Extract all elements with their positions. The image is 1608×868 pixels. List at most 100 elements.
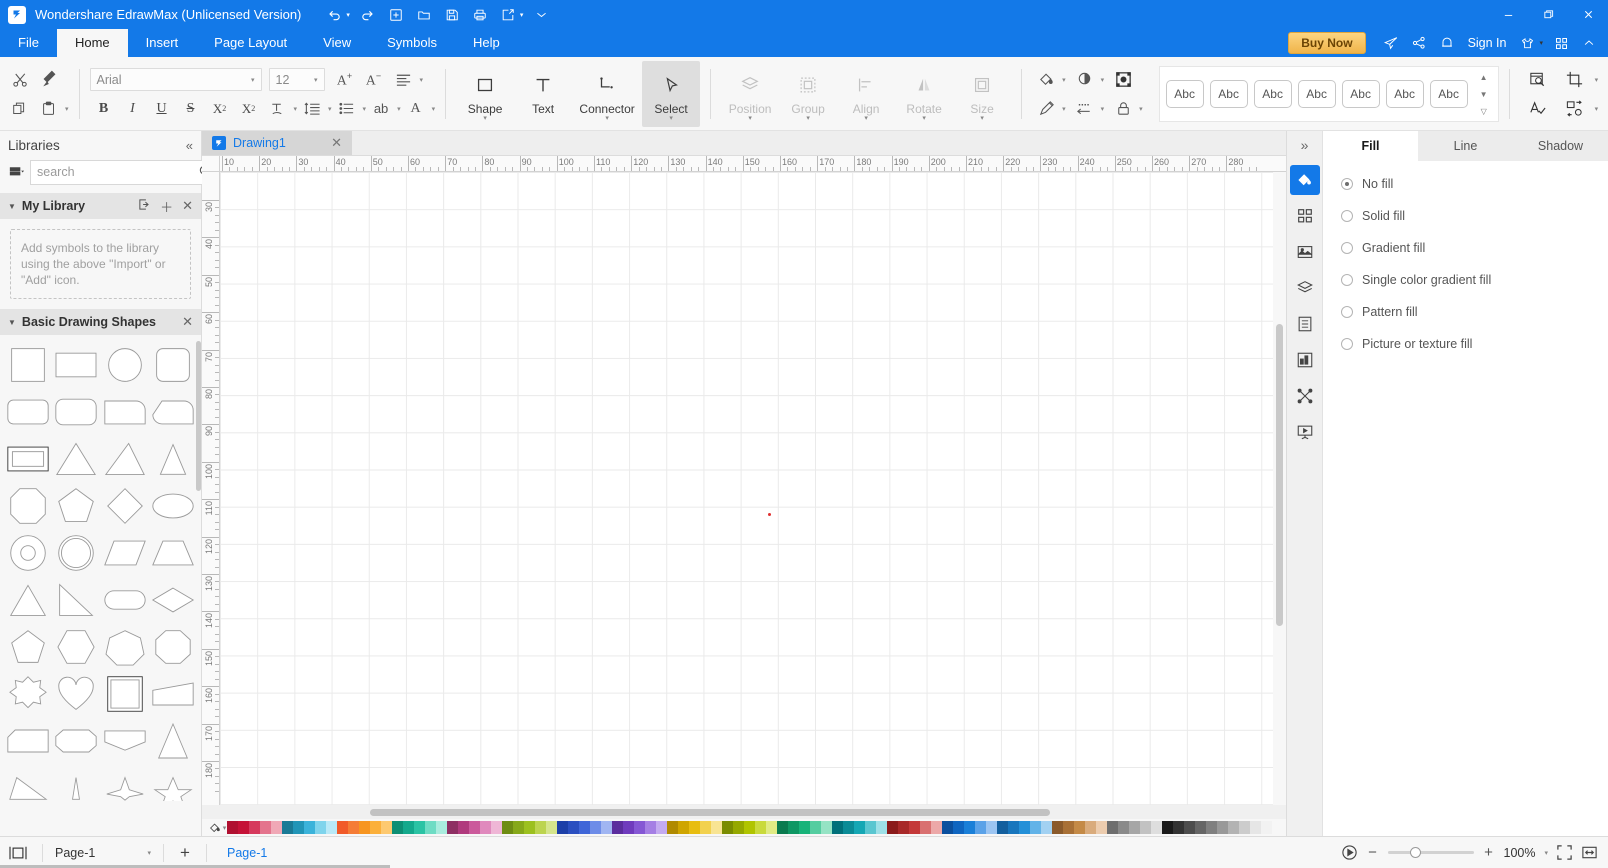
line-style-caret[interactable]: ▾ [1101,105,1105,113]
color-swatch[interactable] [920,821,931,834]
color-swatch[interactable] [623,821,634,834]
shape-triangle-equilateral[interactable] [4,576,52,623]
zoom-in-button[interactable]: + [1482,844,1496,861]
menu-page-layout[interactable]: Page Layout [196,29,305,57]
subscript-button[interactable]: X2 [235,95,263,122]
color-swatch[interactable] [656,821,667,834]
page-view-icon[interactable] [0,845,36,861]
collapse-ribbon-icon[interactable] [1576,31,1602,55]
quick-style-expand[interactable]: ▽ [1476,103,1492,120]
color-swatch[interactable] [491,821,502,834]
dock-page-setup[interactable] [1290,309,1320,339]
shape-rhombus[interactable] [149,576,197,623]
shape-concentric-circle[interactable] [52,529,100,576]
select-tool[interactable]: Select ▾ [642,61,701,127]
shape-star-8-burst[interactable] [4,670,52,717]
fill-option-solid-fill[interactable]: Solid fill [1341,209,1590,223]
color-swatch[interactable] [1217,821,1228,834]
shape-circle[interactable] [101,341,149,388]
shape-rounded-rectangle[interactable] [52,388,100,435]
shape-ellipse[interactable] [149,482,197,529]
minimize-button[interactable] [1488,0,1528,29]
color-swatch[interactable] [799,821,810,834]
color-swatch[interactable] [711,821,722,834]
color-swatch[interactable] [370,821,381,834]
color-swatch[interactable] [1074,821,1085,834]
shape-tool[interactable]: Shape ▾ [456,61,514,127]
shape-octagon[interactable] [149,623,197,670]
increase-font-size-button[interactable]: A + [332,66,360,93]
quick-style-5[interactable]: Abc [1341,80,1380,108]
select-tool-caret[interactable]: ▾ [669,115,673,122]
shape-pentagon-2[interactable] [4,623,52,670]
menu-insert[interactable]: Insert [128,29,197,57]
solid-fill-radio[interactable] [1341,210,1353,222]
color-swatch[interactable] [634,821,645,834]
color-swatch[interactable] [392,821,403,834]
color-swatch[interactable] [568,821,579,834]
dock-connections[interactable] [1290,381,1320,411]
color-swatch[interactable] [854,821,865,834]
canvas-area[interactable] [220,172,1286,805]
shape-donut[interactable] [4,529,52,576]
quick-style-3[interactable]: Abc [1253,80,1292,108]
replace-shape-button[interactable] [1557,95,1593,122]
color-swatch[interactable] [337,821,348,834]
format-painter-button[interactable] [35,66,63,93]
shape-notched-rectangle[interactable] [101,717,149,764]
color-swatch[interactable] [1085,821,1096,834]
shape-hexagon[interactable] [52,623,100,670]
color-swatch[interactable] [744,821,755,834]
customize-quick-access-button[interactable] [528,4,554,26]
text-direction-button[interactable] [264,95,292,122]
shape-triangle-isosceles[interactable] [52,435,100,482]
section-basic-drawing-shapes[interactable]: ▼ Basic Drawing Shapes ✕ [0,309,201,335]
color-swatch[interactable] [348,821,359,834]
text-direction-caret[interactable]: ▾ [294,105,298,113]
underline-button[interactable]: U [148,95,176,122]
color-swatch[interactable] [293,821,304,834]
quick-style-scroll-up[interactable]: ▲ [1476,69,1492,86]
color-swatch[interactable] [425,821,436,834]
color-swatch[interactable] [1107,821,1118,834]
quick-style-2[interactable]: Abc [1209,80,1248,108]
color-swatch[interactable] [667,821,678,834]
print-button[interactable] [467,4,493,26]
shape-heptagon[interactable] [101,623,149,670]
fit-page-icon[interactable] [1556,844,1573,861]
color-swatch[interactable] [546,821,557,834]
bold-button[interactable]: B [90,95,118,122]
line-color-button[interactable] [1032,95,1060,122]
collapse-libraries-icon[interactable]: « [186,138,193,153]
color-swatch[interactable] [469,821,480,834]
color-swatches[interactable] [227,821,1286,834]
color-swatch[interactable] [953,821,964,834]
search-input-wrap[interactable] [30,159,219,185]
section-my-library[interactable]: ▼ My Library ＋ ✕ [0,193,201,219]
color-swatch[interactable] [689,821,700,834]
color-swatch[interactable] [700,821,711,834]
bullet-list-button[interactable] [333,95,361,122]
shape-triangle-narrow[interactable] [149,435,197,482]
zoom-slider-knob[interactable] [1409,847,1421,858]
color-swatch[interactable] [315,821,326,834]
color-swatch[interactable] [876,821,887,834]
fill-option-single-color-gradient-fill[interactable]: Single color gradient fill [1341,273,1590,287]
fill-option-pattern-fill[interactable]: Pattern fill [1341,305,1590,319]
page-selector-caret[interactable]: ▾ [147,849,151,857]
shape-two-corner-rounded-rect[interactable] [149,388,197,435]
color-swatch[interactable] [1118,821,1129,834]
paste-button[interactable] [35,95,63,122]
shape-tall-triangle[interactable] [149,717,197,764]
vertical-ruler[interactable]: 30 40 50 60 70 80 90 100 110 120 130 140 150 160 170 18… [202,172,220,805]
shape-triangle-right-lean[interactable] [101,435,149,482]
align-tool[interactable]: Align ▾ [837,61,895,127]
color-swatch[interactable] [359,821,370,834]
add-page-button[interactable]: + [170,843,200,863]
color-swatch[interactable] [755,821,766,834]
font-color-caret[interactable]: ▾ [432,105,436,113]
shape-heart[interactable] [52,670,100,717]
dock-theme[interactable] [1290,201,1320,231]
shape-double-rectangle[interactable] [4,435,52,482]
canvas-horizontal-scrollbar[interactable] [202,805,1286,819]
